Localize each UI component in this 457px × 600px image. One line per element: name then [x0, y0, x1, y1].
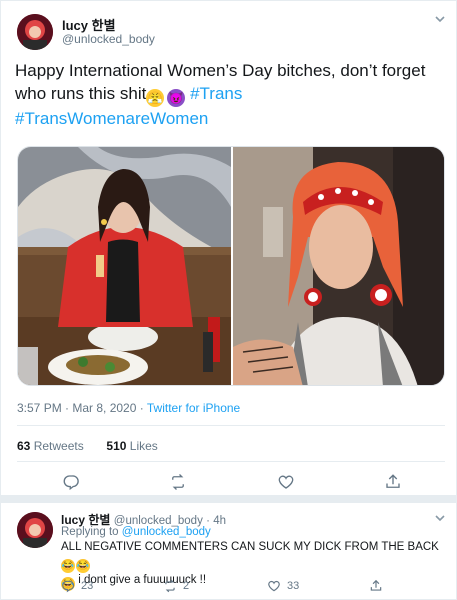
likes-count: 510 — [106, 439, 127, 453]
reply-reply-count: 23 — [81, 580, 94, 592]
retweet-icon — [165, 579, 175, 593]
reply-retweet-count: 2 — [183, 580, 190, 592]
divider — [17, 461, 445, 462]
share-icon[interactable] — [382, 471, 404, 493]
tweet-stats: 63 Retweets 510 Likes — [17, 439, 158, 453]
reply-author-name[interactable]: lucy 한별 — [61, 513, 110, 527]
reply-tweet[interactable]: lucy 한별 @unlocked_body · 4h Replying to … — [1, 504, 457, 600]
tweet-meta: 3:57 PM · Mar 8, 2020 · Twitter for iPho… — [17, 401, 241, 415]
replying-to: Replying to @unlocked_body — [61, 526, 211, 538]
huffing-face-emoji: 😤 — [146, 89, 165, 107]
reply-text-line1: ALL NEGATIVE COMMENTERS CAN SUCK MY DICK… — [61, 541, 439, 553]
hashtag-trans[interactable]: #Trans — [190, 84, 242, 103]
photo-left[interactable] — [18, 147, 231, 386]
reply-share-button[interactable] — [369, 579, 383, 593]
thread-separator — [1, 495, 457, 503]
author-handle[interactable]: @unlocked_body — [62, 32, 155, 46]
avatar[interactable] — [17, 14, 53, 50]
likes-label: Likes — [129, 439, 158, 453]
tweet-source[interactable]: Twitter for iPhone — [147, 401, 240, 415]
tweet-text: Happy International Women’s Day bitches,… — [15, 59, 447, 130]
chevron-down-icon[interactable] — [434, 13, 446, 28]
divider — [17, 425, 445, 426]
reply-icon — [62, 580, 75, 593]
reply-reply-button[interactable]: 23 — [61, 579, 93, 593]
hashtag-transwomenarewomen[interactable]: #TransWomenareWomen — [15, 109, 208, 128]
tweet-card: lucy 한별 @unlocked_body Happy Internation… — [0, 0, 457, 600]
laughing-emoji: 😂 — [76, 559, 90, 573]
chevron-down-icon[interactable] — [434, 512, 446, 527]
tweet-timestamp[interactable]: 3:57 PM · Mar 8, 2020 — [17, 401, 136, 415]
retweets-label: Retweets — [33, 439, 84, 453]
replying-to-handle[interactable]: @unlocked_body — [122, 526, 211, 538]
retweet-icon[interactable] — [167, 471, 189, 493]
reply-like-count: 33 — [287, 580, 300, 592]
tweet-photos — [17, 146, 445, 386]
retweets-stat[interactable]: 63 Retweets — [17, 439, 84, 453]
reply-like-button[interactable]: 33 — [267, 579, 299, 593]
like-icon[interactable] — [275, 471, 297, 493]
replying-to-label: Replying to — [61, 526, 119, 538]
like-icon — [268, 580, 280, 592]
likes-stat[interactable]: 510 Likes — [106, 439, 157, 453]
retweets-count: 63 — [17, 439, 31, 453]
photo-right[interactable] — [233, 147, 445, 386]
laughing-emoji: 😂 — [61, 559, 75, 573]
reply-retweet-button[interactable]: 2 — [163, 579, 189, 593]
avatar[interactable] — [17, 512, 53, 548]
devil-face-emoji: 😈 — [167, 89, 186, 107]
reply-icon[interactable] — [60, 471, 82, 493]
reply-text: ALL NEGATIVE COMMENTERS CAN SUCK MY DICK… — [61, 540, 446, 591]
share-icon — [370, 579, 382, 591]
